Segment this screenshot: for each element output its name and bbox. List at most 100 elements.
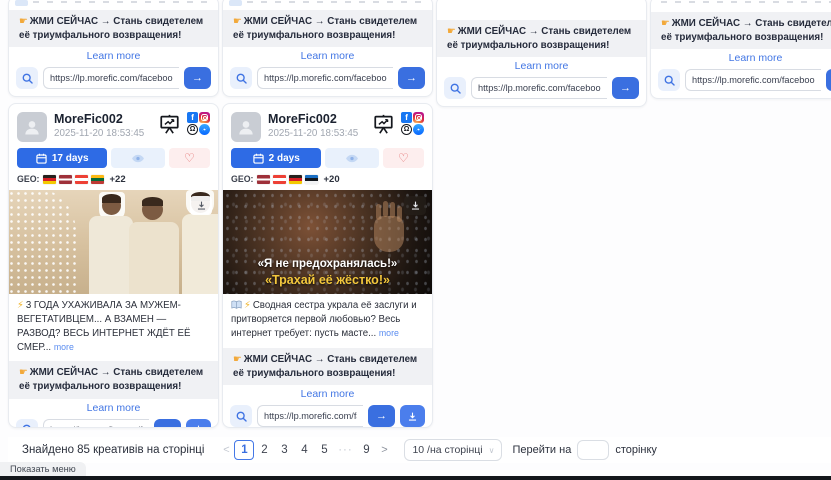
page-button-1-active[interactable]: 1 (234, 440, 254, 460)
days-active-label: 17 days (52, 153, 89, 164)
download-icon (196, 200, 207, 211)
search-icon (21, 423, 34, 428)
download-icon (410, 200, 421, 211)
pages-ellipsis[interactable]: ··· (334, 444, 356, 456)
learn-more-link[interactable]: Learn more (651, 49, 831, 67)
days-active-button[interactable]: 2 days (231, 148, 321, 168)
advertiser-name[interactable]: MoreFic002 (268, 112, 372, 127)
page-button-3[interactable]: 3 (274, 444, 294, 456)
pointing-hand-icon: ☛ (661, 18, 670, 29)
url-row: → (16, 67, 211, 89)
learn-more-link[interactable]: Learn more (9, 47, 218, 65)
preview-button[interactable] (325, 148, 378, 168)
flag-lv (257, 175, 270, 184)
creative-card-partial-4: ☛ЖМИ СЕЙЧАС → Стань свидетелем её триумф… (650, 0, 831, 99)
landing-url-input[interactable] (43, 67, 179, 89)
learn-more-link[interactable]: Learn more (17, 399, 210, 417)
header-icons: f Ω (372, 112, 424, 135)
geo-more-count[interactable]: +22 (109, 174, 125, 185)
creative-card-partial-1: ☛ЖМИ СЕЙЧАС → Стань свидетелем её триумф… (8, 0, 219, 97)
audience-network-icon: Ω (401, 124, 412, 135)
cta-band-text: ЖМИ СЕЙЧАС → Стань свидетелем её триумфа… (661, 18, 831, 43)
avatar (17, 112, 47, 142)
analytics-chart-icon[interactable] (372, 113, 395, 135)
creative-image[interactable]: «Я не предохранялась!» «Трахай её жёстко… (223, 190, 432, 294)
learn-more-link[interactable]: Learn more (231, 385, 424, 403)
download-icon (407, 411, 418, 422)
download-image-button[interactable] (404, 196, 426, 215)
cta-band: ☛ЖМИ СЕЙЧАС → Стань свидетелем её триумф… (437, 20, 646, 57)
show-menu-button[interactable]: Показать меню (0, 462, 86, 476)
geo-more-count[interactable]: +20 (323, 174, 339, 185)
flag-ee (305, 175, 318, 184)
landing-url-input[interactable] (685, 69, 821, 91)
url-row: → (16, 419, 211, 428)
search-icon (235, 72, 248, 85)
favorite-button[interactable]: ♡ (169, 148, 210, 168)
page-size-value: 10 /на сторінці (412, 444, 482, 456)
page-button-4[interactable]: 4 (294, 444, 314, 456)
preview-button[interactable] (111, 148, 164, 168)
search-button[interactable] (658, 69, 680, 91)
learn-more-link[interactable]: Learn more (437, 57, 646, 75)
analytics-chart-icon[interactable] (158, 113, 181, 135)
goto-page-group: Перейти на сторінку (512, 440, 656, 460)
bottom-bar (0, 476, 831, 480)
page-button-2[interactable]: 2 (254, 444, 274, 456)
open-url-button[interactable]: → (612, 77, 639, 99)
landing-url-input[interactable] (471, 77, 607, 99)
url-row: → (230, 405, 425, 427)
audience-network-icon: Ω (187, 124, 198, 135)
flag-lt (91, 175, 104, 184)
search-button[interactable] (444, 77, 466, 99)
favorite-button[interactable]: ♡ (383, 148, 424, 168)
page-button-9[interactable]: 9 (356, 444, 376, 456)
creative-body-text: ⚡3 ГОДА УХАЖИВАЛА ЗА МУЖЕМ-ВЕГЕТАТИВЦЕМ.… (17, 299, 210, 355)
eye-icon (131, 154, 145, 163)
clipped-content-dashes (19, 1, 208, 3)
geo-row: GEO: +20 (231, 173, 424, 185)
clipped-card-top: ИНТЕРНЕТ ЖДЁТ ЕЁ СМЕР... more (437, 0, 646, 20)
download-creative-button[interactable] (400, 405, 425, 427)
creative-image[interactable] (9, 190, 218, 294)
next-page-chevron[interactable]: > (376, 444, 392, 456)
open-url-button[interactable]: → (184, 67, 211, 89)
search-button[interactable] (230, 405, 252, 427)
cta-band: ☛ЖМИ СЕЙЧАС → Стань свидетелем её триумф… (651, 12, 831, 49)
more-link[interactable]: more (379, 328, 399, 338)
creative-card-partial-2: ☛ЖМИ СЕЙЧАС → Стань свидетелем её триумф… (222, 0, 433, 97)
download-creative-button[interactable] (186, 419, 211, 428)
learn-more-link[interactable]: Learn more (223, 47, 432, 65)
open-url-button[interactable]: → (154, 419, 181, 428)
open-url-button[interactable]: → (398, 67, 425, 89)
search-button[interactable] (230, 67, 252, 89)
search-button[interactable] (16, 419, 38, 428)
cta-band: ☛ЖМИ СЕЙЧАС → Стань свидетелем её триумф… (223, 348, 432, 385)
prev-page-chevron[interactable]: < (218, 444, 234, 456)
arrow-right-icon: → (376, 410, 387, 422)
landing-url-input[interactable] (257, 67, 393, 89)
landing-url-input[interactable] (257, 405, 363, 427)
open-url-button[interactable]: → (826, 69, 831, 91)
days-active-label: 2 days (269, 153, 300, 164)
page-size-select[interactable]: 10 /на сторінці ∨ (404, 439, 502, 461)
arrow-right-icon: → (406, 72, 417, 84)
advertiser-name[interactable]: MoreFic002 (54, 112, 158, 127)
image-caption: «Я не предохранялась!» «Трахай её жёстко… (223, 257, 432, 288)
clipped-content-dashes (661, 1, 831, 3)
landing-url-input[interactable] (43, 419, 149, 428)
goto-page-input[interactable] (577, 440, 609, 460)
more-link[interactable]: more (54, 342, 74, 352)
creative-card-1: MoreFic002 2025-11-20 18:53:45 f Ω 17 da… (8, 103, 219, 428)
cta-band-text: ЖМИ СЕЙЧАС → Стань свидетелем её триумфа… (447, 26, 631, 51)
page-button-5[interactable]: 5 (314, 444, 334, 456)
days-active-button[interactable]: 17 days (17, 148, 107, 168)
chevron-down-icon: ∨ (489, 446, 495, 455)
open-url-button[interactable]: → (368, 405, 395, 427)
search-button[interactable] (16, 67, 38, 89)
cta-band: ☛ЖМИ СЕЙЧАС → Стань свидетелем её триумф… (9, 10, 218, 47)
download-image-button[interactable] (190, 196, 212, 215)
arrow-right-icon: → (620, 82, 631, 94)
creative-card-2: MoreFic002 2025-11-20 18:53:45 f Ω 2 day… (222, 103, 433, 428)
flag-at (273, 175, 286, 184)
